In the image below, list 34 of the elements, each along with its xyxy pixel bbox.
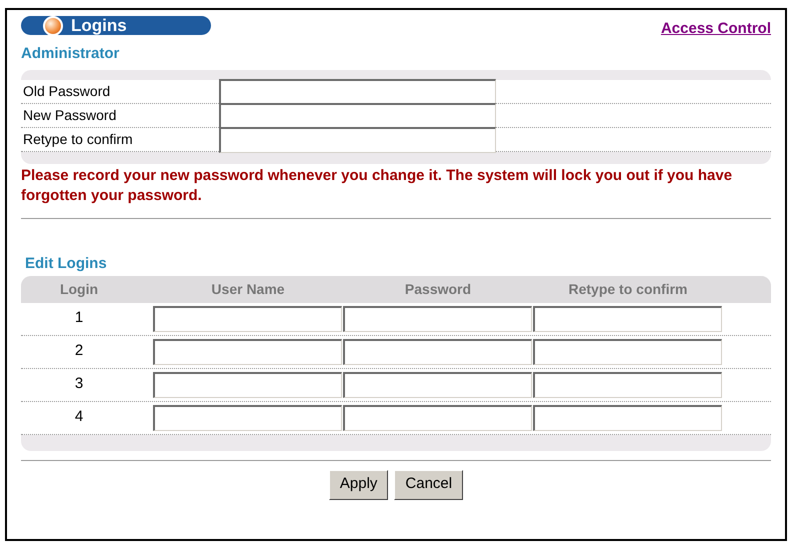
password-field[interactable] [343,306,532,332]
password-field[interactable] [343,338,532,364]
retype-field[interactable] [533,338,722,364]
user-name-field[interactable] [153,338,342,364]
access-control-link[interactable]: Access Control [660,18,771,40]
login-number: 3 [74,374,84,394]
user-name-field[interactable] [153,372,342,398]
column-header: Password [404,280,472,298]
section-heading: Edit Logins [25,254,108,274]
password-field[interactable] [343,404,532,430]
user-name-field[interactable] [153,404,342,430]
field-label: Old Password [22,82,112,101]
user-name-field[interactable] [153,306,342,332]
retype-field[interactable] [533,404,722,430]
retype-field[interactable] [533,306,722,332]
login-number: 4 [74,407,84,428]
section-heading: Administrator [21,44,120,64]
apply-button[interactable]: Apply [328,470,388,500]
cancel-button[interactable]: Cancel [394,470,464,500]
warning-message: Please record your new password whenever you change it. The system will lock you out if you have forgotten your password. [21,166,734,206]
column-header: Retype to confirm [567,280,688,299]
retype-field[interactable] [533,372,722,398]
password-field[interactable] [343,372,532,398]
column-header: User Name [210,280,286,298]
field-label: Retype to confirm [22,130,134,149]
password-field[interactable] [219,102,496,128]
login-number: 1 [74,308,84,328]
field-label: New Password [22,106,118,125]
column-header: Login [58,280,100,299]
password-field[interactable] [219,126,496,152]
login-number: 2 [74,341,84,362]
password-field[interactable] [219,78,496,104]
orb-icon [43,16,63,36]
page-title: Logins [71,17,127,34]
